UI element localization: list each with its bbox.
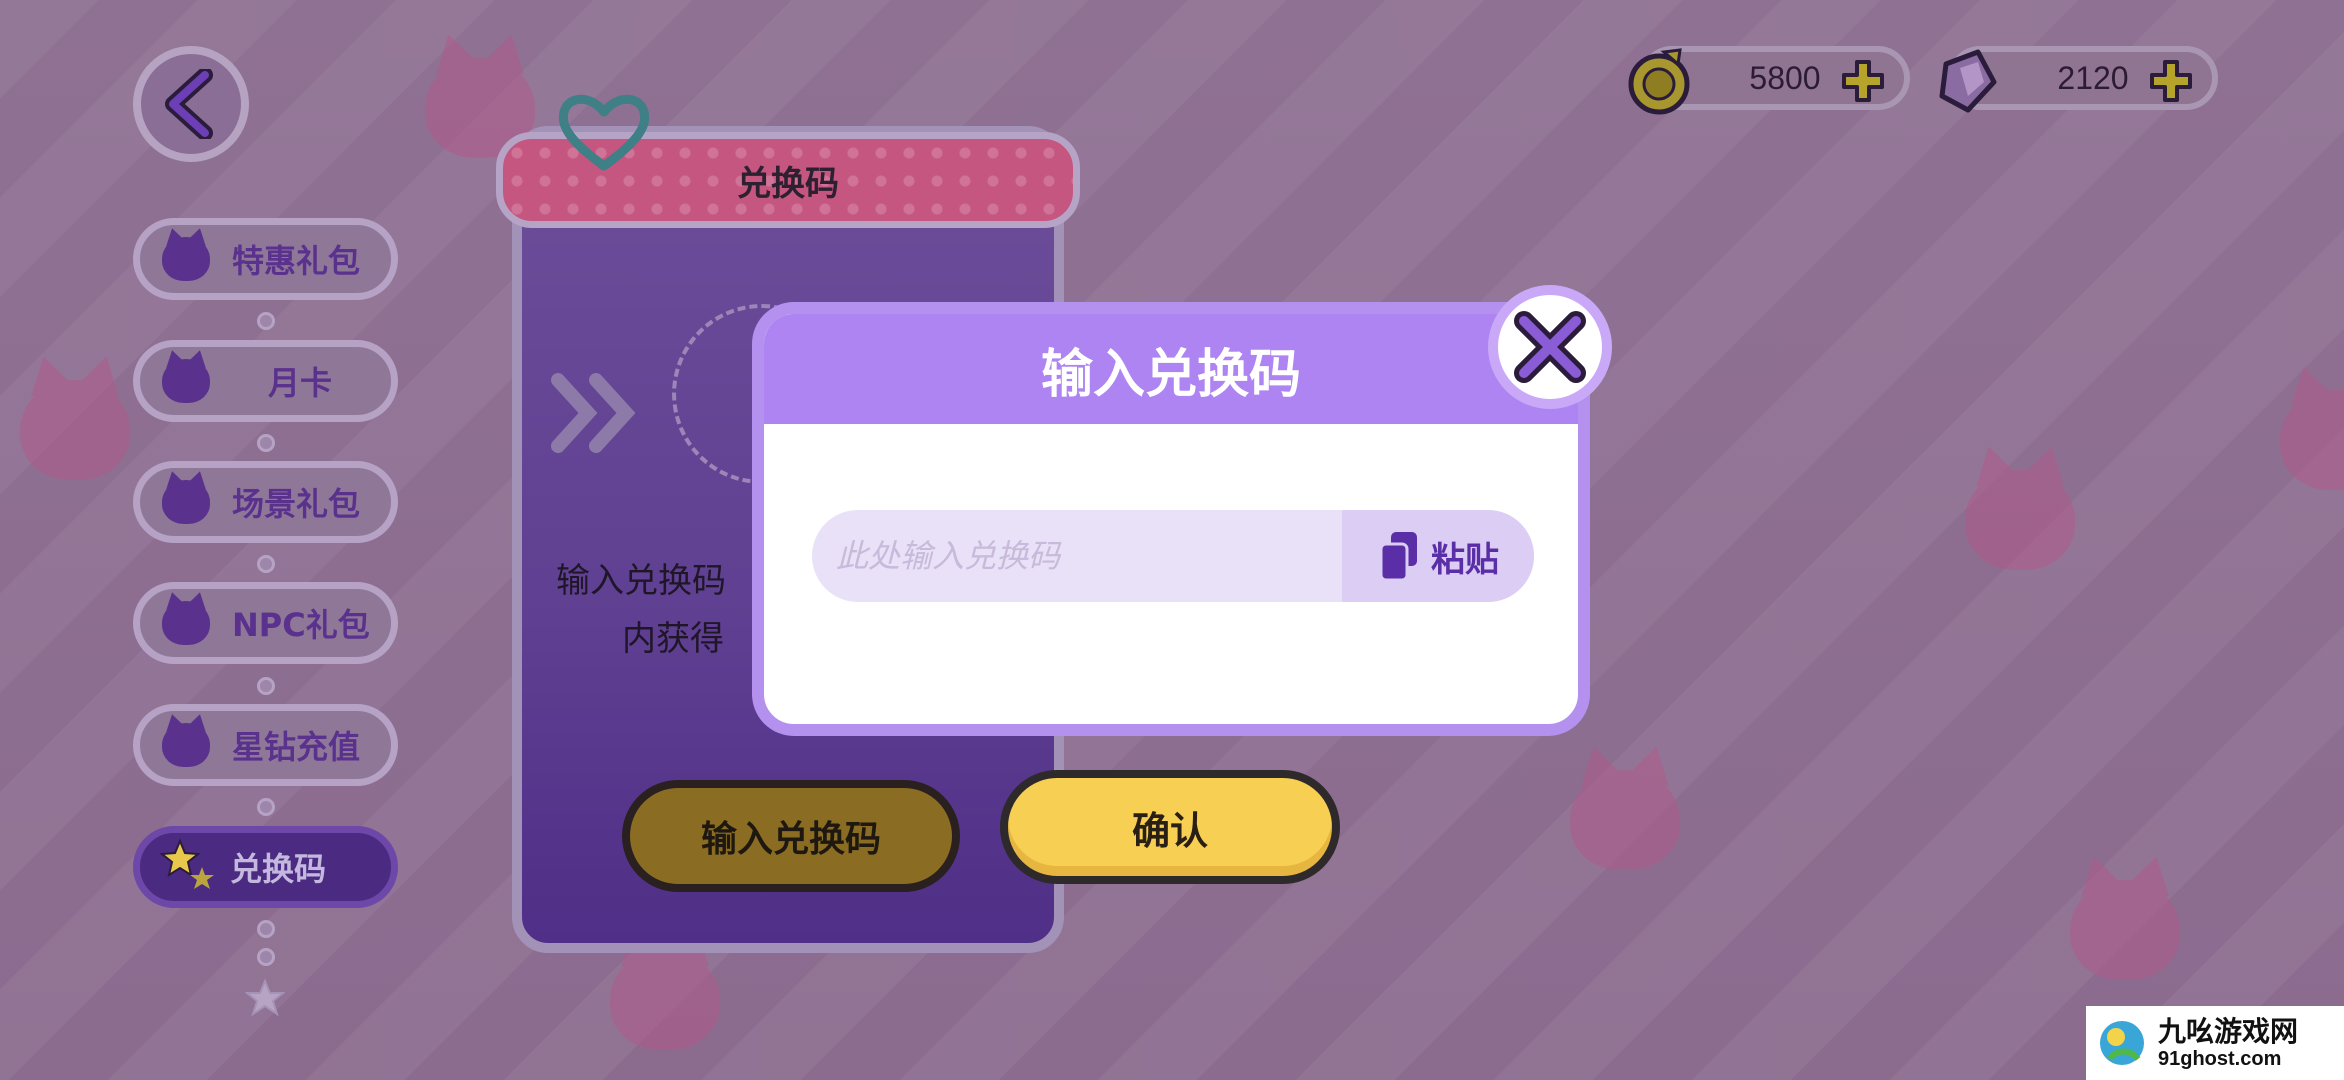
arrow-left-icon	[165, 69, 213, 139]
close-button[interactable]	[1488, 285, 1612, 409]
sidebar-item-label: 特惠礼包	[232, 242, 361, 280]
paste-icon	[1379, 532, 1417, 582]
back-button[interactable]	[133, 46, 249, 162]
watermark-url: 91ghost.com	[2158, 1048, 2282, 1070]
cat-decor-icon	[1965, 470, 2075, 570]
sidebar-item-special-pack[interactable]: 特惠礼包	[133, 218, 398, 300]
menu-separator-dot	[257, 920, 275, 938]
menu-separator-dot	[257, 948, 275, 966]
cat-icon	[162, 601, 210, 645]
cat-icon	[162, 359, 210, 403]
sidebar-item-label: 月卡	[268, 364, 333, 402]
sidebar-item-redeem-code[interactable]: 兑换码	[133, 826, 398, 908]
cat-decor-icon	[20, 380, 130, 480]
cat-decor-icon	[1570, 770, 1680, 870]
dialog-title: 输入兑换码	[1040, 344, 1301, 405]
gem-icon	[1939, 49, 1997, 113]
menu-separator-dot	[257, 434, 275, 452]
watermark-logo-icon	[2100, 1021, 2144, 1065]
star-icon	[159, 838, 214, 889]
gold-coin-icon	[1628, 48, 1690, 115]
watermark-title: 九吆游戏网	[2158, 1015, 2299, 1048]
site-watermark: 九吆游戏网 91ghost.com	[2086, 1006, 2344, 1080]
sidebar-item-label: 场景礼包	[232, 485, 361, 523]
close-icon	[1514, 311, 1586, 383]
input-code-button-label: 输入兑换码	[700, 819, 881, 860]
redeem-card-title: 兑换码	[737, 163, 839, 204]
gold-amount: 5800	[1749, 59, 1821, 96]
star-outline-icon	[245, 978, 285, 1017]
add-gold-button[interactable]	[1840, 58, 1886, 104]
add-gem-button[interactable]	[2148, 58, 2194, 104]
cat-icon	[162, 237, 210, 281]
sidebar-item-label: 兑换码	[230, 850, 327, 888]
menu-separator-dot	[257, 555, 275, 573]
confirm-button[interactable]: 确认	[1000, 770, 1340, 884]
input-code-button[interactable]: 输入兑换码	[622, 780, 960, 892]
paste-button-label: 粘贴	[1431, 539, 1499, 580]
chevron-double-right-icon	[551, 373, 636, 453]
menu-separator-dot	[257, 312, 275, 330]
confirm-button-label: 确认	[1131, 808, 1208, 853]
sidebar-item-diamond-recharge[interactable]: 星钻充值	[133, 704, 398, 786]
gem-amount: 2120	[2057, 59, 2129, 96]
menu-separator-dot	[257, 798, 275, 816]
sidebar-item-monthly-card[interactable]: 月卡	[133, 340, 398, 422]
cat-decor-icon	[2070, 880, 2180, 980]
sidebar-item-label: NPC礼包	[232, 606, 370, 644]
sidebar-item-label: 星钻充值	[232, 728, 361, 766]
cat-decor-icon	[610, 950, 720, 1050]
paste-button[interactable]: 粘贴	[1342, 510, 1534, 602]
menu-separator-dot	[257, 677, 275, 695]
heart-icon	[558, 94, 650, 171]
sidebar-item-npc-pack[interactable]: NPC礼包	[133, 582, 398, 664]
dialog-header: 输入兑换码	[764, 314, 1578, 424]
cat-icon	[162, 480, 210, 524]
sidebar-item-scene-pack[interactable]: 场景礼包	[133, 461, 398, 543]
redeem-code-input[interactable]	[812, 510, 1342, 602]
code-input-row: 粘贴	[812, 510, 1534, 602]
cat-icon	[162, 723, 210, 767]
